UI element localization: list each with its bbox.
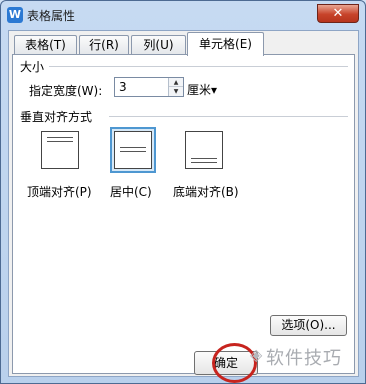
valign-group-title: 垂直对齐方式 bbox=[20, 110, 93, 124]
align-center-icon bbox=[114, 131, 152, 169]
width-spin-input[interactable]: 3 ▲ ▼ bbox=[114, 77, 184, 97]
tab-table[interactable]: 表格(T) bbox=[14, 35, 77, 55]
tab-row[interactable]: 行(R) bbox=[79, 35, 129, 55]
spin-down-icon[interactable]: ▼ bbox=[169, 87, 183, 96]
tab-cell[interactable]: 单元格(E) bbox=[187, 32, 264, 56]
valign-group-divider bbox=[109, 116, 348, 117]
watermark-text: 软件技巧 bbox=[266, 348, 342, 369]
dialog-title: 表格属性 bbox=[27, 9, 76, 23]
align-bottom-icon bbox=[185, 131, 223, 169]
app-logo-icon: W bbox=[7, 7, 23, 23]
dialog-window: W 表格属性 ✕ 表格(T) 行(R) 列(U) 单元格(E) 大小 指定宽度(… bbox=[0, 0, 366, 384]
valign-center-label[interactable]: 居中(C) bbox=[110, 183, 152, 200]
dialog-client-area: 表格(T) 行(R) 列(U) 单元格(E) 大小 指定宽度(W): 3 ▲ ▼… bbox=[8, 30, 359, 377]
options-button[interactable]: 选项(O)... bbox=[270, 315, 347, 336]
width-value[interactable]: 3 bbox=[119, 80, 127, 94]
cell-tab-panel: 大小 指定宽度(W): 3 ▲ ▼ 厘米▾ 垂直对齐方式 顶端对齐(P) 居中(… bbox=[12, 54, 355, 374]
valign-top-option[interactable] bbox=[37, 127, 83, 173]
valign-top-label[interactable]: 顶端对齐(P) bbox=[27, 183, 92, 200]
size-group-divider bbox=[49, 66, 348, 67]
valign-bottom-option[interactable] bbox=[181, 127, 227, 173]
spin-up-icon[interactable]: ▲ bbox=[169, 78, 183, 87]
size-group-title: 大小 bbox=[20, 60, 45, 74]
valign-bottom-label[interactable]: 底端对齐(B) bbox=[173, 183, 239, 200]
unit-dropdown[interactable]: 厘米▾ bbox=[187, 81, 217, 98]
title-bar[interactable]: W 表格属性 ✕ bbox=[1, 1, 365, 29]
width-spin-buttons: ▲ ▼ bbox=[168, 78, 183, 96]
watermark-logo-icon: ◈ bbox=[250, 345, 263, 364]
align-top-icon bbox=[41, 131, 79, 169]
valign-center-option[interactable] bbox=[110, 127, 156, 173]
tab-column[interactable]: 列(U) bbox=[131, 35, 186, 55]
width-label: 指定宽度(W): bbox=[29, 84, 103, 98]
close-button[interactable]: ✕ bbox=[317, 4, 359, 23]
